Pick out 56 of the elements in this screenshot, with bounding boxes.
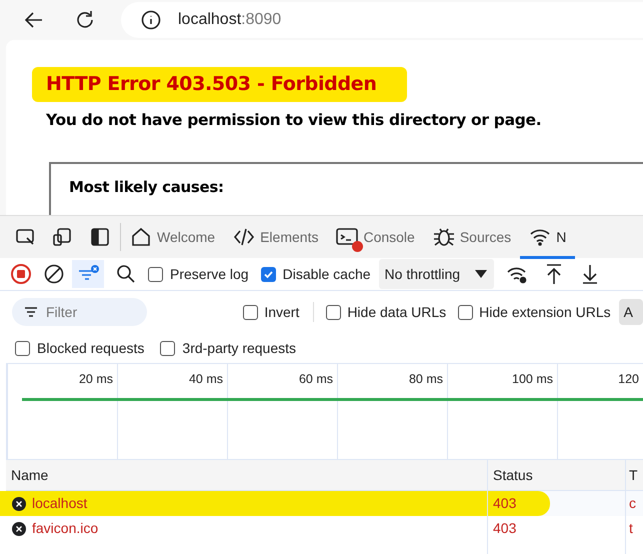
checkbox-label: Hide data URLs bbox=[347, 302, 446, 322]
device-icon[interactable] bbox=[52, 227, 72, 247]
devtools-tab[interactable]: Elements bbox=[224, 216, 328, 258]
devtools-tab[interactable]: Welcome bbox=[121, 216, 224, 258]
throttling-dropdown[interactable]: No throttling bbox=[378, 259, 494, 289]
timeline-tick: 120 bbox=[617, 371, 640, 388]
checkbox-label: Blocked requests bbox=[37, 338, 144, 358]
error-icon bbox=[12, 496, 26, 510]
error-message: You do not have permission to view this directory or page. bbox=[46, 110, 542, 130]
clear-icon[interactable] bbox=[44, 264, 64, 284]
checkbox[interactable] bbox=[148, 266, 163, 282]
checkbox-label: Hide extension URLs bbox=[479, 302, 611, 322]
search-icon[interactable] bbox=[116, 264, 136, 284]
filter-input[interactable]: Filter bbox=[46, 302, 126, 322]
checkbox[interactable] bbox=[15, 340, 30, 356]
checkbox-label: Invert bbox=[264, 302, 300, 322]
request-name[interactable]: localhost bbox=[32, 493, 88, 514]
dropdown-caret-icon bbox=[474, 269, 488, 279]
bug-icon bbox=[432, 226, 455, 248]
console-icon bbox=[336, 226, 358, 248]
filter-field[interactable]: Filter bbox=[12, 298, 148, 326]
checkbox[interactable] bbox=[326, 304, 342, 320]
url-text: localhost:8090 bbox=[178, 10, 282, 30]
checkbox-label: 3rd-party requests bbox=[182, 338, 296, 358]
dock-icon[interactable] bbox=[90, 227, 110, 247]
checkbox[interactable] bbox=[160, 340, 176, 356]
filter-lines-icon bbox=[24, 306, 38, 318]
devtools-tab[interactable]: Sources bbox=[424, 216, 520, 258]
address-bar[interactable]: localhost:8090 bbox=[121, 2, 643, 38]
inspect-icon[interactable] bbox=[16, 227, 36, 247]
checkbox-label: Preserve log bbox=[170, 264, 249, 284]
checkbox[interactable] bbox=[260, 266, 276, 282]
check-icon bbox=[262, 268, 274, 280]
home-icon bbox=[130, 226, 152, 248]
error-title: HTTP Error 403.503 - Forbidden bbox=[46, 72, 377, 97]
filter-type-button[interactable]: A bbox=[618, 299, 643, 325]
timeline-tick: 100 ms bbox=[511, 371, 554, 388]
table-cell: t bbox=[625, 516, 643, 541]
checkbox-label: Disable cache bbox=[282, 264, 371, 284]
timeline-tick: 40 ms bbox=[188, 371, 224, 388]
column-header[interactable]: Name bbox=[6, 460, 487, 490]
filter-toggle-button[interactable] bbox=[72, 260, 104, 288]
column-header[interactable]: T bbox=[625, 460, 643, 490]
code-icon bbox=[233, 226, 256, 248]
request-name[interactable]: favicon.ico bbox=[32, 518, 98, 539]
timeline-tick: 20 ms bbox=[78, 371, 114, 388]
causes-heading: Most likely causes: bbox=[69, 176, 225, 198]
table-cell: 403 bbox=[487, 516, 625, 541]
checkbox[interactable] bbox=[458, 304, 474, 320]
column-header[interactable]: Status bbox=[487, 460, 625, 490]
timeline-tick: 80 ms bbox=[408, 371, 444, 388]
info-icon[interactable] bbox=[141, 10, 161, 30]
stop-recording-icon[interactable] bbox=[10, 263, 32, 285]
checkbox[interactable] bbox=[243, 304, 258, 320]
error-icon bbox=[12, 522, 26, 536]
timeline-tick: 60 ms bbox=[298, 371, 334, 388]
